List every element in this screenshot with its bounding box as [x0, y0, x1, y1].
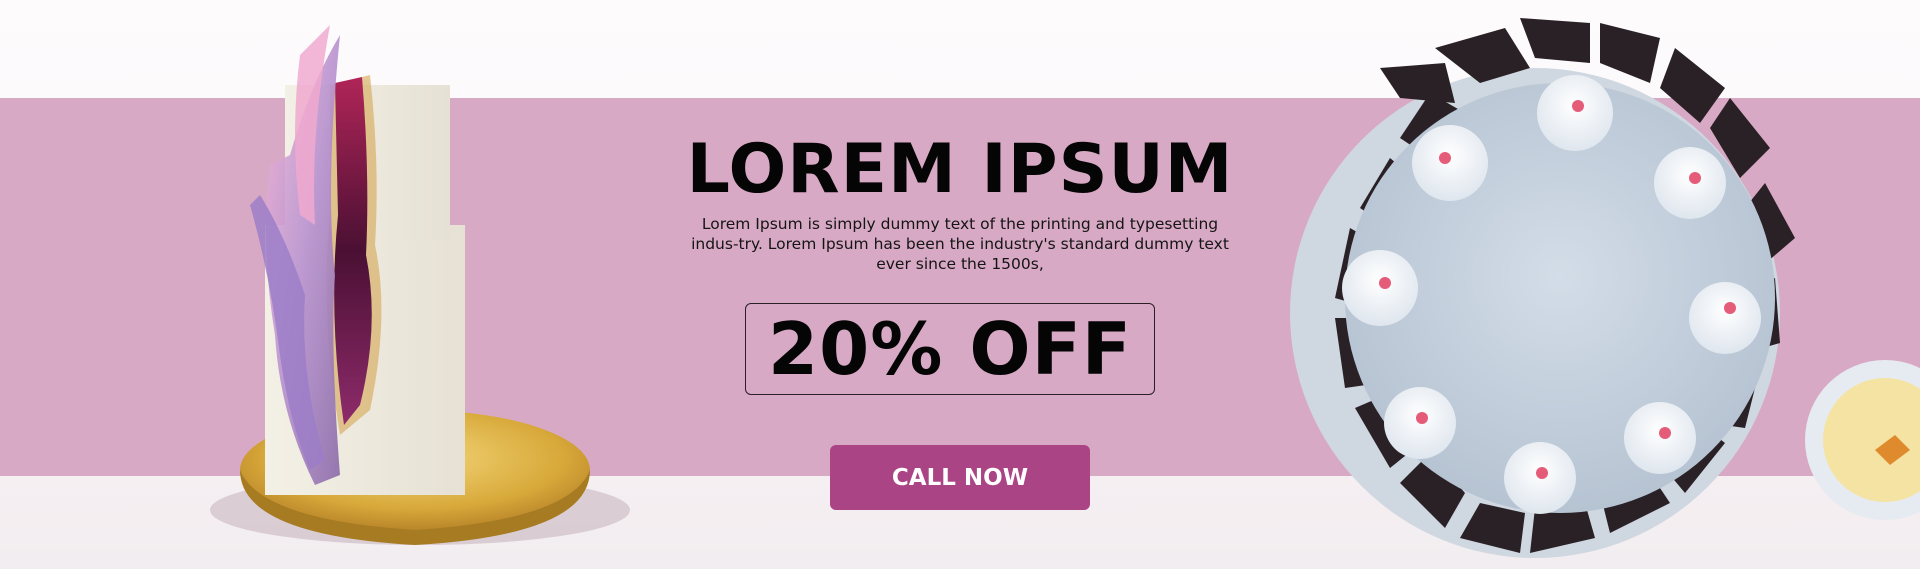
chocolate-cream-cake-image: [1290, 18, 1795, 558]
discount-text: 20% OFF: [768, 307, 1132, 391]
geode-cake-image: [210, 25, 630, 545]
discount-badge: 20% OFF: [745, 303, 1155, 395]
description-text: Lorem Ipsum is simply dummy text of the …: [691, 215, 1229, 273]
call-now-button[interactable]: CALL NOW: [830, 445, 1090, 510]
dessert-bowl-image: [1805, 360, 1920, 520]
promo-content: LOREM IPSUM Lorem Ipsum is simply dummy …: [660, 130, 1260, 274]
headline: LOREM IPSUM: [686, 130, 1234, 209]
